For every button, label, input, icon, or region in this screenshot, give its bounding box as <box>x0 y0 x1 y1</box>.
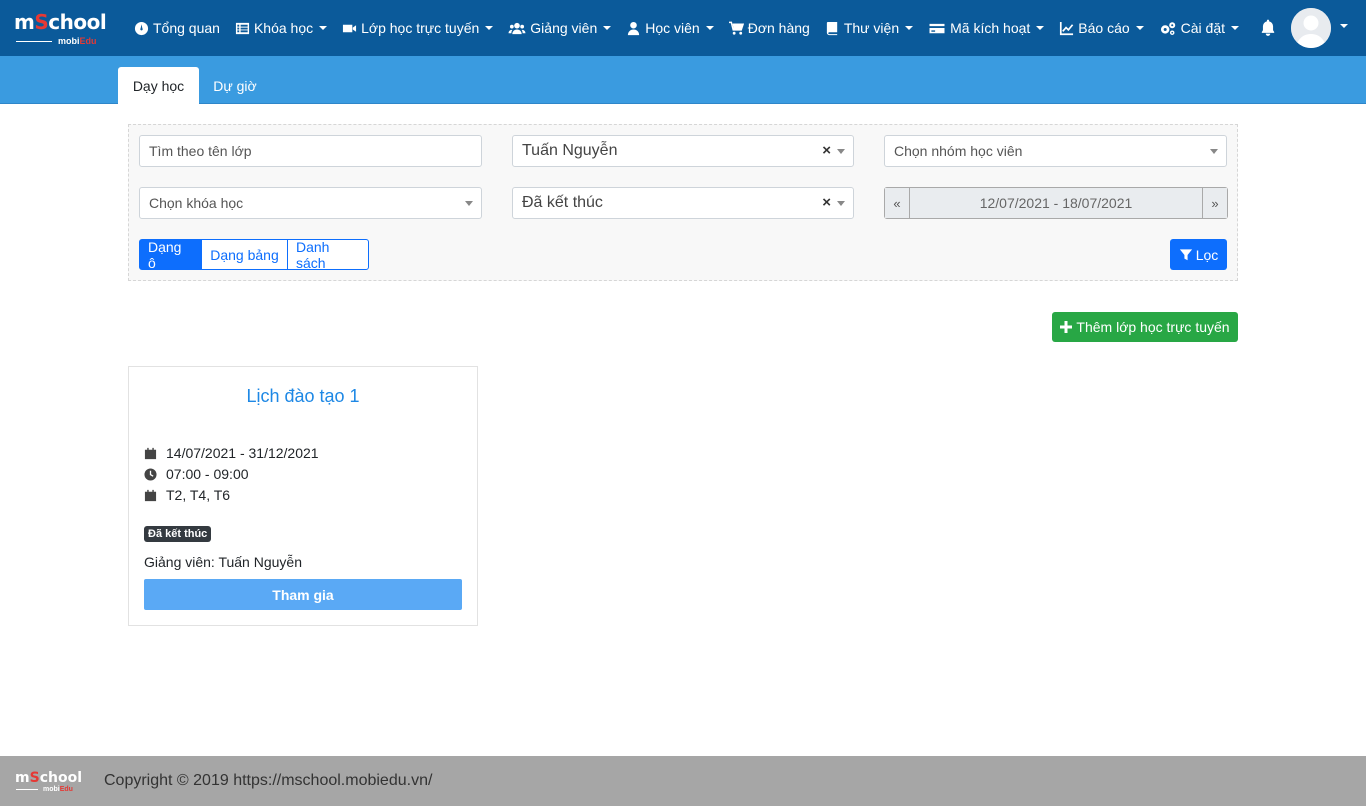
nav-item-online-classes[interactable]: Lớp học trực tuyến <box>342 0 494 56</box>
chevron-down-icon[interactable] <box>1340 24 1348 28</box>
class-days: T2, T4, T6 <box>144 487 230 503</box>
view-mode-group: Dạng ô Dạng bảng Danh sách <box>139 239 369 271</box>
status-select[interactable]: Đã kết thúc × <box>512 187 854 219</box>
chevron-down-icon <box>837 149 845 154</box>
clear-status-icon[interactable]: × <box>822 194 831 212</box>
chevron-down-icon <box>1231 26 1240 30</box>
top-navbar: mSchool mobiEdu Tổng quan Khóa học Lớp h… <box>0 0 1366 56</box>
chevron-down-icon <box>705 26 714 30</box>
chevron-down-icon <box>905 26 914 30</box>
nav-item-settings[interactable]: Cài đặt <box>1159 0 1240 56</box>
nav-item-students[interactable]: Học viên <box>626 0 714 56</box>
chevron-down-icon <box>1210 149 1218 154</box>
nav-item-orders[interactable]: Đơn hàng <box>728 0 810 56</box>
footer: mSchool mobiEdu Copyright © 2019 https:/… <box>0 756 1366 806</box>
filter-panel: Tìm theo tên lớp Tuấn Nguyễn × Chọn nhóm… <box>128 124 1238 281</box>
credit-card-icon <box>929 23 945 33</box>
nav-item-library[interactable]: Thư viện <box>825 0 914 56</box>
chart-icon <box>1060 21 1074 35</box>
status-badge: Đã kết thúc <box>144 526 212 542</box>
class-title[interactable]: Lịch đào tạo 1 <box>129 386 477 407</box>
class-card: Lịch đào tạo 1 14/07/2021 - 31/12/2021 0… <box>128 366 478 626</box>
filter-icon <box>1179 248 1192 260</box>
chevron-down-icon <box>1135 26 1144 30</box>
footer-logo: mSchool mobiEdu <box>15 770 82 793</box>
main-menu: Tổng quan Khóa học Lớp học trực tuyến Gi… <box>134 0 1254 56</box>
join-button[interactable]: Tham gia <box>144 579 462 610</box>
student-group-select[interactable]: Chọn nhóm học viên <box>884 135 1227 167</box>
nav-item-teachers[interactable]: Giảng viên <box>508 0 612 56</box>
prev-week-button[interactable]: « <box>885 188 910 218</box>
book-icon <box>826 21 838 35</box>
chevron-down-icon <box>1036 26 1045 30</box>
date-range-picker: « 12/07/2021 - 18/07/2021 » <box>884 187 1228 219</box>
notifications-bell-icon[interactable] <box>1259 19 1277 37</box>
user-avatar[interactable] <box>1291 8 1331 48</box>
users-icon <box>508 22 526 34</box>
calendar-icon <box>144 489 157 501</box>
tab-observe[interactable]: Dự giờ <box>199 67 271 104</box>
clock-icon <box>144 467 157 481</box>
class-name-search-input[interactable]: Tìm theo tên lớp <box>139 135 482 167</box>
gears-icon <box>1160 21 1175 35</box>
view-list-button[interactable]: Danh sách <box>287 239 369 271</box>
filter-button[interactable]: Lọc <box>1170 239 1227 270</box>
nav-item-activation-codes[interactable]: Mã kích hoạt <box>928 0 1045 56</box>
tab-bar: Dạy học Dự giờ <box>0 56 1366 104</box>
mschool-logo[interactable]: mSchool mobiEdu <box>14 12 114 46</box>
class-teacher: Giảng viên: Tuấn Nguyễn <box>144 554 302 570</box>
nav-item-courses[interactable]: Khóa học <box>235 0 328 56</box>
chevron-down-icon <box>465 201 473 206</box>
user-icon <box>628 21 640 35</box>
chevron-down-icon <box>837 201 845 206</box>
class-dates: 14/07/2021 - 31/12/2021 <box>144 445 319 461</box>
chevron-down-icon <box>319 26 328 30</box>
date-range-value[interactable]: 12/07/2021 - 18/07/2021 <box>910 188 1202 218</box>
calendar-icon <box>144 447 157 459</box>
clear-teacher-icon[interactable]: × <box>822 142 831 160</box>
chevron-down-icon <box>603 26 612 30</box>
teacher-select[interactable]: Tuấn Nguyễn × <box>512 135 854 167</box>
copyright-text: Copyright © 2019 https://mschool.mobiedu… <box>104 772 433 789</box>
dashboard-icon <box>134 21 149 35</box>
tab-teaching[interactable]: Dạy học <box>118 67 199 104</box>
next-week-button[interactable]: » <box>1202 188 1227 218</box>
nav-item-reports[interactable]: Báo cáo <box>1059 0 1144 56</box>
chevron-down-icon <box>485 26 494 30</box>
view-table-button[interactable]: Dạng bảng <box>201 239 288 270</box>
add-online-class-button[interactable]: Thêm lớp học trực tuyến <box>1052 312 1238 342</box>
view-grid-button[interactable]: Dạng ô <box>139 239 202 271</box>
list-icon <box>235 22 250 34</box>
class-time: 07:00 - 09:00 <box>144 466 249 482</box>
video-icon <box>343 24 357 32</box>
cart-icon <box>728 21 744 35</box>
plus-icon <box>1060 321 1073 333</box>
course-select[interactable]: Chọn khóa học <box>139 187 482 219</box>
nav-item-overview[interactable]: Tổng quan <box>134 0 220 56</box>
